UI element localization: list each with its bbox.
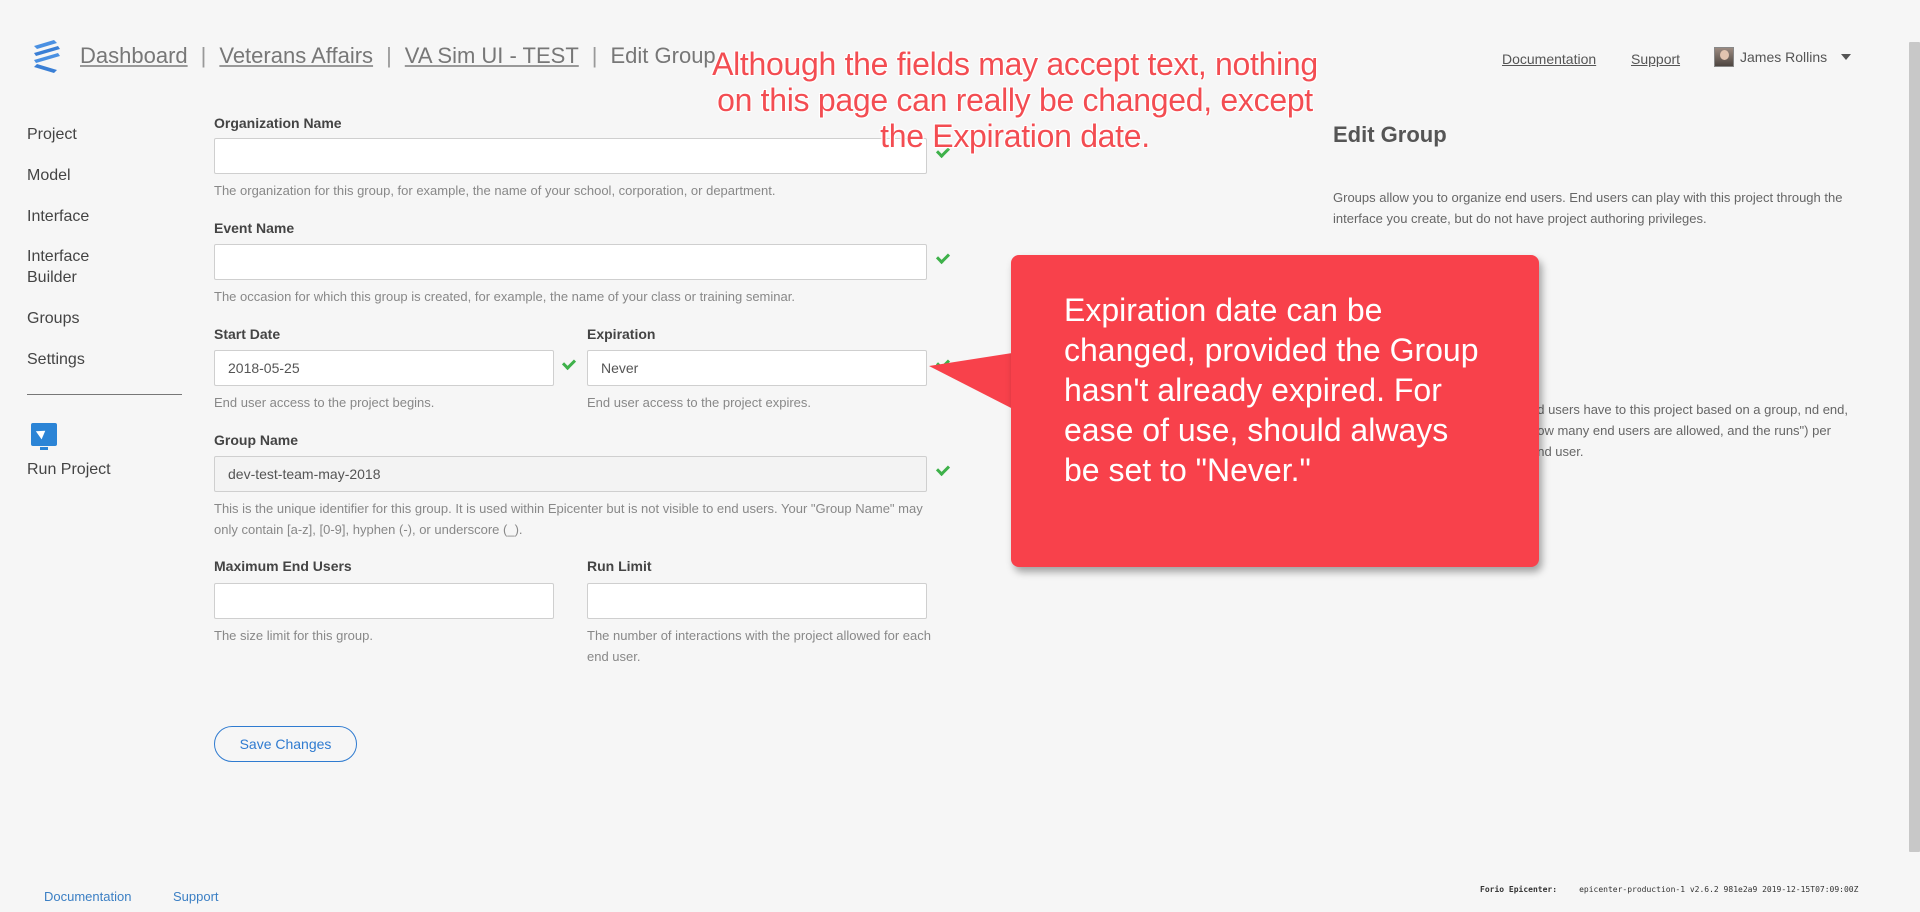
callout-pointer <box>929 352 1019 412</box>
check-icon <box>561 355 577 371</box>
run-project-icon[interactable] <box>31 423 57 450</box>
event-name-label: Event Name <box>214 220 295 236</box>
group-name-input[interactable] <box>214 456 927 492</box>
org-name-help: The organization for this group, for exa… <box>214 183 776 198</box>
breadcrumb-separator: | <box>591 43 598 68</box>
panel-title: Edit Group <box>1333 122 1447 147</box>
expiration-label: Expiration <box>587 326 656 342</box>
breadcrumb: Dashboard | Veterans Affairs | VA Sim UI - T… <box>80 43 716 69</box>
breadcrumb-veterans-affairs[interactable]: Veterans Affairs <box>219 43 373 68</box>
breadcrumb-separator: | <box>200 43 207 68</box>
sidebar-divider <box>27 394 182 395</box>
group-name-help: This is the unique identifier for this g… <box>214 501 923 537</box>
footer-support-link[interactable]: Support <box>173 889 219 904</box>
sidebar-item-settings[interactable]: Settings <box>27 349 85 370</box>
expiration-help: End user access to the project expires. <box>587 395 812 410</box>
sidebar-item-project[interactable]: Project <box>27 124 77 145</box>
run-limit-input[interactable] <box>587 583 927 619</box>
annotation-top-note: Although the fields may accept text, not… <box>712 46 1318 154</box>
sidebar-item-interface[interactable]: Interface <box>27 206 89 227</box>
footer-documentation-link[interactable]: Documentation <box>44 889 131 904</box>
header-documentation-link[interactable]: Documentation <box>1502 51 1596 67</box>
panel-description-partial: nd users have to this project based on a… <box>1530 402 1848 459</box>
footer-brand: Forio Epicenter: <box>1480 885 1558 894</box>
epicenter-logo-icon[interactable] <box>31 38 63 76</box>
user-name: James Rollins <box>1740 49 1828 65</box>
start-date-help: End user access to the project begins. <box>214 395 435 410</box>
check-icon <box>935 249 951 265</box>
event-name-input[interactable] <box>214 244 927 280</box>
breadcrumb-project[interactable]: VA Sim UI - TEST <box>405 43 579 68</box>
header-support-link[interactable]: Support <box>1631 51 1680 67</box>
org-name-label: Organization Name <box>214 115 342 131</box>
user-menu[interactable]: James Rollins <box>1714 47 1852 67</box>
start-date-input[interactable] <box>214 350 554 386</box>
sidebar-item-interface-builder[interactable]: Interface Builder <box>27 246 107 288</box>
sidebar-item-run-project[interactable]: Run Project <box>27 459 111 480</box>
save-changes-button[interactable]: Save Changes <box>214 726 357 762</box>
footer-build-info: Forio Epicenter: epicenter-production-1 v… <box>1480 885 1858 894</box>
page-scrollbar[interactable] <box>1909 42 1920 852</box>
expiration-input[interactable] <box>587 350 927 386</box>
run-limit-help: The number of interactions with the proj… <box>587 628 931 664</box>
chevron-down-icon[interactable] <box>1841 54 1852 60</box>
run-limit-label: Run Limit <box>587 558 652 574</box>
panel-description: Groups allow you to organize end users. … <box>1333 190 1843 226</box>
event-name-help: The occasion for which this group is cre… <box>214 289 795 304</box>
max-users-label: Maximum End Users <box>214 558 352 574</box>
annotation-callout-text: Expiration date can be changed, provided… <box>1064 292 1479 488</box>
breadcrumb-dashboard[interactable]: Dashboard <box>80 43 188 68</box>
breadcrumb-separator: | <box>386 43 392 68</box>
max-users-help: The size limit for this group. <box>214 628 373 643</box>
start-date-label: Start Date <box>214 326 281 342</box>
avatar <box>1714 47 1734 67</box>
max-users-input[interactable] <box>214 583 554 619</box>
footer-build: epicenter-production-1 v2.6.2 981e2a9 20… <box>1579 885 1859 894</box>
check-icon <box>935 461 951 477</box>
group-name-label: Group Name <box>214 432 299 448</box>
sidebar-item-groups[interactable]: Groups <box>27 308 79 329</box>
sidebar-item-model[interactable]: Model <box>27 165 71 186</box>
